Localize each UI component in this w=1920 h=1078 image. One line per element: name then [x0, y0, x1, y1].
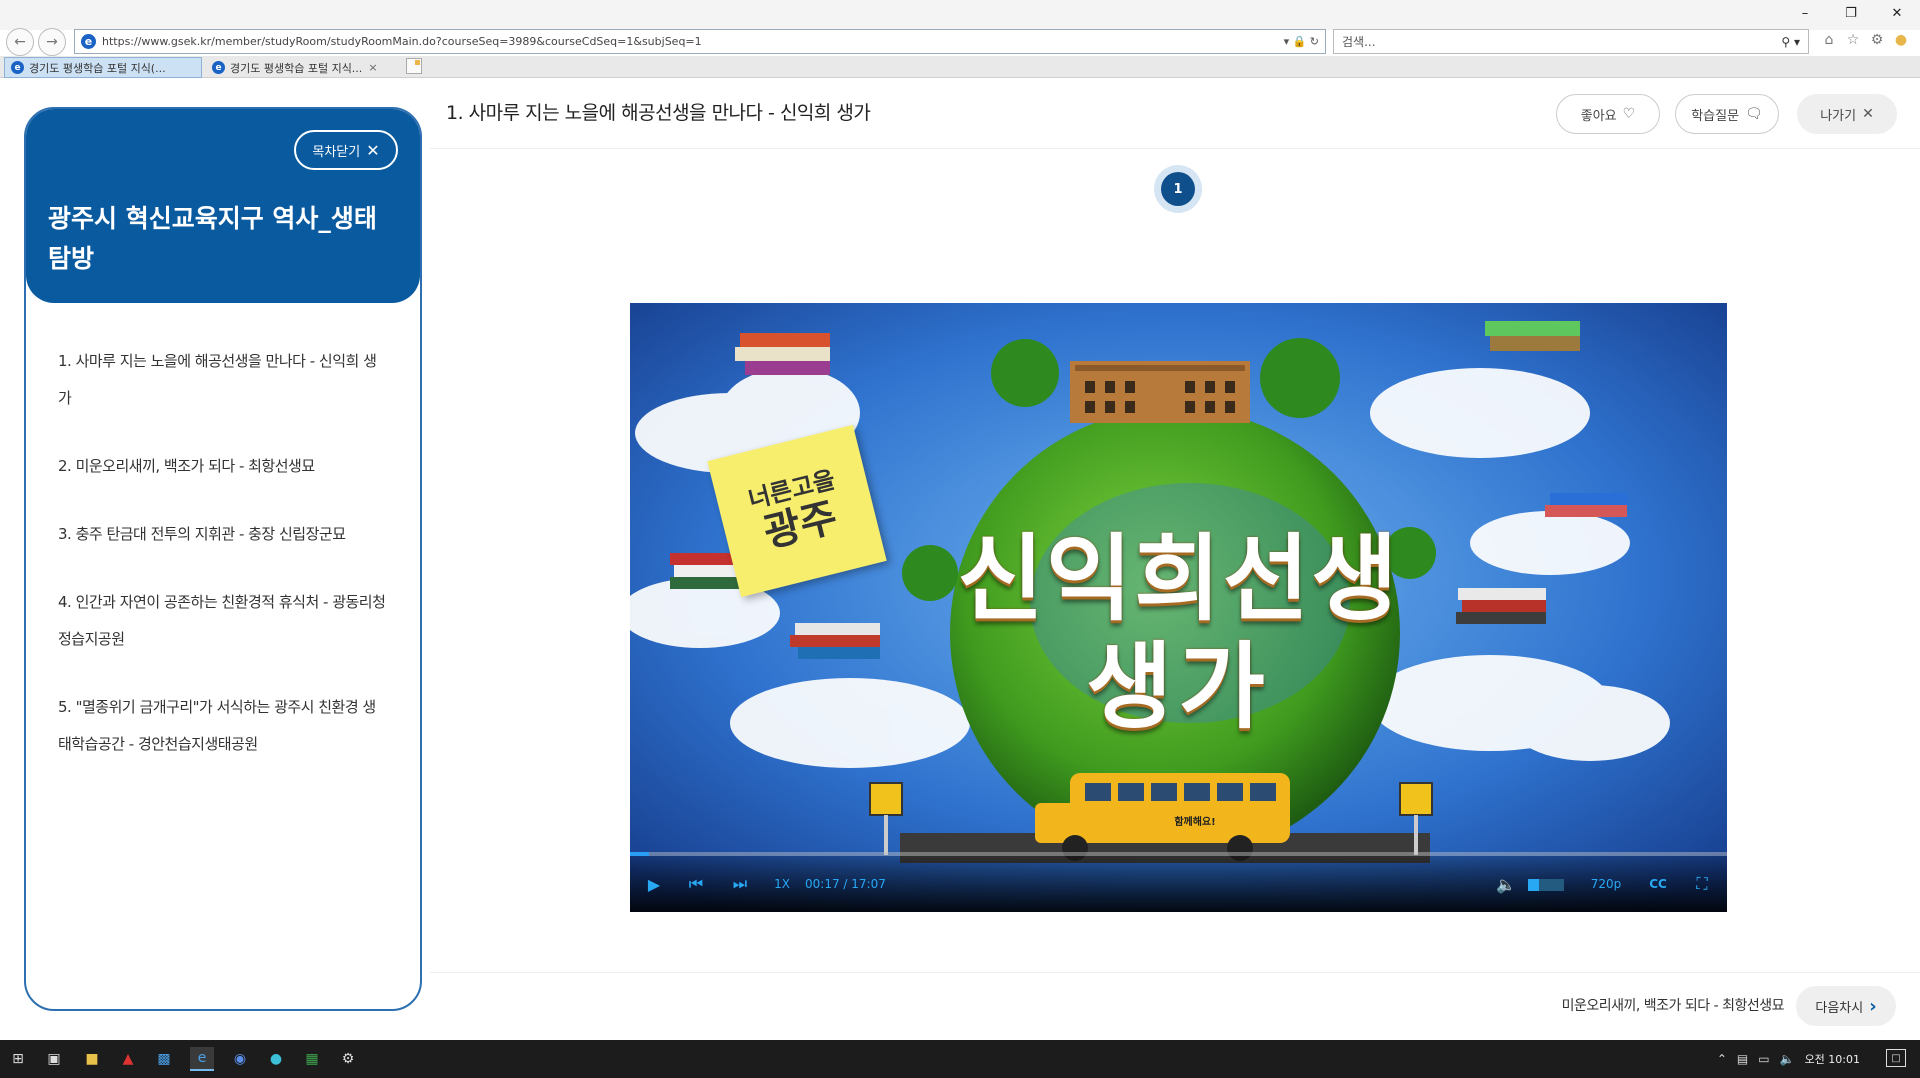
previous-icon[interactable]: ⏮ [684, 872, 708, 896]
tools-gear-icon[interactable]: ⚙ [1868, 30, 1886, 50]
file-explorer-icon[interactable]: ■ [80, 1047, 104, 1071]
search-icon[interactable]: ⚲ ▾ [1781, 35, 1808, 49]
browser-toolbar: ⌂ ☆ ⚙ ● [1820, 30, 1910, 50]
quality-button[interactable]: 720p [1588, 872, 1624, 896]
tray-chevron-up-icon[interactable]: ⌃ [1717, 1052, 1727, 1066]
close-icon: ✕ [366, 140, 380, 160]
ie-logo-icon: e [81, 34, 96, 49]
step-number: 1 [1161, 172, 1195, 206]
course-header: 목차닫기 ✕ 광주시 혁신교육지구 역사_생태 탐방 [26, 109, 420, 303]
tab-close-icon[interactable]: × [368, 61, 377, 74]
new-tab-icon[interactable] [406, 58, 422, 74]
play-icon[interactable]: ▶ [642, 872, 666, 896]
url-text[interactable]: https://www.gsek.kr/member/studyRoom/stu… [102, 35, 1278, 48]
tab-label: 경기도 평생학습 포털 지식(... [29, 61, 166, 75]
lesson-title: 1. 사마루 지는 노을에 해공선생을 만나다 - 신익희 생가 [446, 102, 871, 124]
network-icon[interactable]: ▤ [1737, 1052, 1748, 1066]
table-of-contents-panel: 목차닫기 ✕ 광주시 혁신교육지구 역사_생태 탐방 1. 사마루 지는 노을에… [24, 107, 422, 1011]
lesson-item-2[interactable]: 2. 미운오리새끼, 백조가 되다 - 최항선생묘 [58, 448, 386, 485]
exit-button[interactable]: 나가기 ✕ [1797, 94, 1897, 134]
lesson-item-3[interactable]: 3. 충주 탄금대 전투의 지휘관 - 충장 신립장군묘 [58, 516, 386, 553]
browser-titlebar [0, 0, 1920, 30]
address-actions-icon[interactable]: ▾ 🔒 ↻ [1278, 35, 1325, 48]
footer-divider [430, 972, 1920, 973]
header-divider [430, 148, 1920, 149]
app-icon[interactable]: ▩ [152, 1047, 176, 1071]
chevron-right-icon: › [1869, 995, 1877, 1017]
tab-portal-2[interactable]: e 경기도 평생학습 포털 지식... × [206, 57, 402, 78]
time-display: 00:17 / 17:07 [805, 877, 886, 891]
next-lesson-title: 미운오리새끼, 백조가 되다 - 최항선생묘 [1561, 998, 1785, 1014]
acrobat-icon[interactable]: ▲ [116, 1047, 140, 1071]
next-track-icon[interactable]: ⏭ [728, 872, 752, 896]
volume-slider[interactable] [1528, 879, 1564, 891]
close-toc-label: 목차닫기 [312, 144, 361, 160]
next-button-label: 다음차시 [1815, 1000, 1864, 1016]
fullscreen-icon[interactable]: ⛶ [1690, 872, 1714, 896]
video-player[interactable]: 너른고을 광주 신익희선생 생가 함께해요! ▶ ⏮ ⏭ 1X 00:17 / … [630, 303, 1727, 912]
address-bar[interactable]: e https://www.gsek.kr/member/studyRoom/s… [74, 29, 1326, 54]
tab-strip: e 경기도 평생학습 포털 지식(... e 경기도 평생학습 포털 지식...… [0, 56, 1920, 78]
internet-explorer-icon[interactable]: e [190, 1047, 214, 1071]
lesson-list: 1. 사마루 지는 노을에 해공선생을 만나다 - 신익희 생가 2. 미운오리… [26, 303, 420, 763]
home-icon[interactable]: ⌂ [1820, 30, 1838, 50]
browser-search[interactable]: 검색... ⚲ ▾ [1333, 29, 1809, 54]
exit-label: 나가기 [1820, 108, 1857, 124]
windows-taskbar: ⊞ ▣ ■ ▲ ▩ e ◉ ● ▦ ⚙ ⌃ ▤ ▭ 🔈 오전 10:01 □ [0, 1040, 1920, 1078]
tab-label: 경기도 평생학습 포털 지식... [230, 61, 363, 75]
excel-icon[interactable]: ▦ [300, 1047, 324, 1071]
lesson-item-1[interactable]: 1. 사마루 지는 노을에 해공선생을 만나다 - 신익희 생가 [58, 343, 386, 417]
close-icon: ✕ [1862, 106, 1874, 122]
minimize-icon[interactable]: – [1782, 0, 1828, 26]
close-toc-button[interactable]: 목차닫기 ✕ [294, 130, 398, 170]
system-tray: ⌃ ▤ ▭ 🔈 오전 10:01 [1717, 1040, 1860, 1078]
progress-fill [630, 852, 649, 856]
question-button[interactable]: 학습질문 🗨 [1675, 94, 1779, 134]
restore-icon[interactable]: ❐ [1828, 0, 1874, 26]
lesson-item-4[interactable]: 4. 인간과 자연이 공존하는 친환경적 휴식처 - 광동리청정습지공원 [58, 584, 386, 658]
next-lesson-button[interactable]: 다음차시 › [1796, 986, 1896, 1026]
search-input[interactable]: 검색... [1342, 33, 1781, 50]
speaker-icon[interactable]: 🔈 [1780, 1052, 1795, 1066]
tab-ie-icon: e [11, 61, 24, 74]
volume-icon[interactable]: 🔈 [1494, 872, 1518, 896]
like-button[interactable]: 좋아요 ♡ [1556, 94, 1660, 134]
back-icon[interactable]: ← [6, 28, 34, 56]
close-window-icon[interactable]: ✕ [1874, 0, 1920, 26]
task-view-icon[interactable]: ▣ [42, 1047, 66, 1071]
heart-icon: ♡ [1622, 106, 1636, 122]
playback-speed-button[interactable]: 1X [770, 872, 794, 896]
volume-level [1528, 879, 1539, 891]
smiley-icon[interactable]: ● [1892, 30, 1910, 50]
player-controls: ▶ ⏮ ⏭ 1X 00:17 / 17:07 🔈 720p CC ⛶ [630, 852, 1727, 912]
window-controls: – ❐ ✕ [1782, 0, 1920, 26]
edge-icon[interactable]: ● [264, 1047, 288, 1071]
chrome-icon[interactable]: ◉ [228, 1047, 252, 1071]
windows-start-icon[interactable]: ⊞ [6, 1047, 30, 1071]
forward-icon[interactable]: → [38, 28, 66, 56]
captions-icon[interactable]: CC [1646, 872, 1670, 896]
notification-icon[interactable]: □ [1886, 1049, 1906, 1067]
display-icon[interactable]: ▭ [1758, 1052, 1769, 1066]
settings-gear-icon[interactable]: ⚙ [336, 1047, 360, 1071]
speech-bubble-icon: 🗨 [1745, 106, 1763, 122]
tab-portal-1[interactable]: e 경기도 평생학습 포털 지식(... [4, 57, 202, 78]
taskbar-clock[interactable]: 오전 10:01 [1805, 1051, 1860, 1067]
bus-text: 함께해요! [1174, 817, 1216, 828]
video-title-line2: 생가 [1086, 633, 1271, 742]
tab-ie-icon: e [212, 61, 225, 74]
lesson-item-5[interactable]: 5. "멸종위기 금개구리"가 서식하는 광주시 친환경 생태학습공간 - 경안… [58, 689, 386, 763]
page-step-indicator[interactable]: 1 [1154, 165, 1202, 213]
course-title: 광주시 혁신교육지구 역사_생태 탐방 [48, 204, 377, 273]
favorites-star-icon[interactable]: ☆ [1844, 30, 1862, 50]
like-label: 좋아요 [1580, 108, 1617, 124]
question-label: 학습질문 [1691, 108, 1740, 124]
progress-bar[interactable] [630, 852, 1727, 856]
